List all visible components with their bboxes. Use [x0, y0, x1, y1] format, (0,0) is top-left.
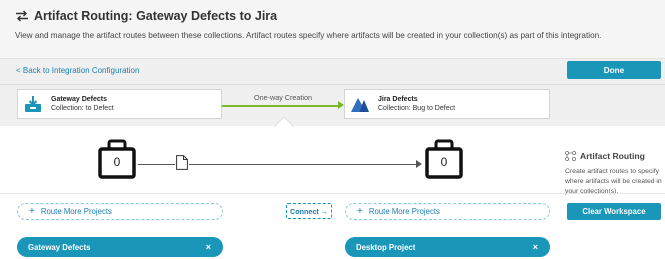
swap-arrows-icon	[16, 10, 28, 22]
section-divider	[0, 193, 665, 194]
target-name: Jira Defects	[378, 96, 418, 103]
source-collection-card[interactable]: Gateway Defects Collection: to Defect	[17, 89, 222, 119]
source-count: 0	[113, 155, 121, 169]
connect-label: Connect	[290, 206, 319, 216]
route-more-projects-right-button[interactable]: + Route More Projects	[345, 203, 550, 220]
flow-arrowhead	[416, 160, 422, 168]
target-collection: Collection: Bug to Defect	[378, 105, 456, 112]
project-name: Desktop Project	[356, 242, 416, 252]
source-artifact-bag[interactable]: 0	[98, 139, 136, 184]
clear-workspace-button[interactable]: Clear Workspace	[567, 203, 661, 220]
back-link[interactable]: < Back to Integration Configuration	[16, 66, 139, 75]
divider	[0, 84, 665, 85]
target-collection-card[interactable]: Jira Defects Collection: Bug to Defect	[344, 89, 550, 119]
done-button[interactable]: Done	[567, 61, 661, 79]
close-icon[interactable]: ×	[533, 242, 538, 252]
close-icon[interactable]: ×	[206, 242, 211, 252]
project-name: Gateway Defects	[28, 242, 91, 252]
jira-logo-icon	[348, 92, 372, 116]
source-collection: Collection: to Defect	[51, 105, 114, 112]
target-artifact-bag[interactable]: 0	[425, 139, 463, 184]
project-pill-left[interactable]: Gateway Defects ×	[17, 237, 223, 257]
route-more-label: Route More Projects	[368, 207, 440, 216]
routing-icon	[565, 151, 576, 161]
target-count: 0	[440, 155, 448, 169]
page-subtitle: View and manage the artifact routes betw…	[15, 31, 602, 40]
page-title-row: Artifact Routing: Gateway Defects to Jir…	[15, 9, 277, 23]
page-title: Artifact Routing: Gateway Defects to Jir…	[34, 9, 278, 23]
route-more-label: Route More Projects	[40, 207, 112, 216]
side-panel-title: Artifact Routing	[565, 151, 645, 161]
plus-icon: +	[357, 206, 363, 217]
side-panel-title-text: Artifact Routing	[580, 151, 645, 161]
source-name: Gateway Defects	[51, 96, 108, 103]
route-more-projects-left-button[interactable]: + Route More Projects	[17, 203, 223, 220]
connection-line	[222, 105, 340, 107]
flow-line-right	[189, 164, 418, 165]
download-tray-icon	[21, 92, 45, 116]
plus-icon: +	[29, 206, 35, 217]
project-pill-right[interactable]: Desktop Project ×	[345, 237, 550, 257]
connect-button[interactable]: Connect →	[286, 203, 332, 219]
document-icon	[176, 155, 188, 170]
connection-label: One-way Creation	[254, 93, 312, 102]
arrow-right-icon: →	[320, 206, 328, 216]
flow-line-left	[138, 164, 175, 165]
